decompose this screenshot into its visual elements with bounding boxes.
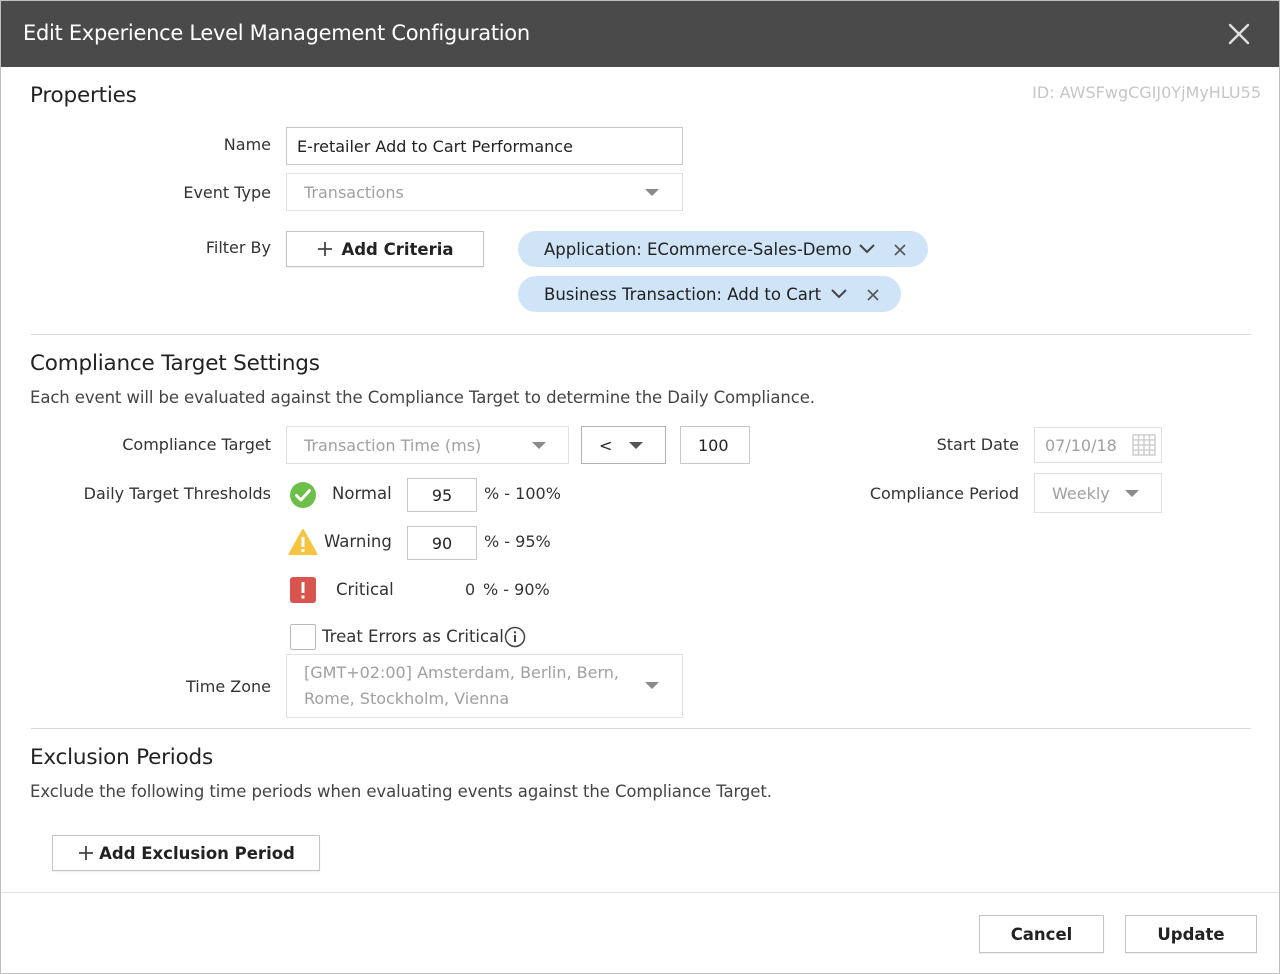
name-label: Name — [223, 135, 271, 154]
cancel-button-label: Cancel — [1010, 924, 1073, 944]
critical-threshold-value: 0 — [465, 580, 476, 599]
warning-label: Warning — [324, 532, 392, 551]
filter-chip-application[interactable]: Application: ECommerce-Sales-Demo — [518, 231, 928, 267]
compliance-period-select[interactable]: Weekly — [1034, 473, 1162, 513]
treat-errors-checkbox[interactable] — [290, 624, 316, 650]
normal-threshold-value: 95 — [431, 485, 453, 505]
warning-threshold-value: 90 — [431, 533, 453, 553]
chevron-down-icon[interactable] — [858, 243, 876, 255]
time-zone-value-line1: [GMT+02:00] Amsterdam, Berlin, Bern, — [304, 663, 620, 682]
calendar-icon[interactable] — [1132, 434, 1156, 456]
event-type-select[interactable]: Transactions — [286, 173, 683, 211]
compliance-description: Each event will be evaluated against the… — [30, 388, 815, 407]
compliance-target-label: Compliance Target — [122, 435, 271, 454]
remove-icon[interactable] — [866, 288, 880, 302]
critical-label: Critical — [336, 580, 394, 599]
chevron-down-icon[interactable] — [830, 288, 848, 300]
remove-icon[interactable] — [893, 243, 907, 257]
filter-chip-business-transaction[interactable]: Business Transaction: Add to Cart — [518, 276, 901, 312]
compliance-heading: Compliance Target Settings — [30, 351, 320, 376]
filter-chip-label: Business Transaction: Add to Cart — [544, 284, 822, 304]
add-exclusion-period-button[interactable]: Add Exclusion Period — [52, 835, 320, 871]
update-button-label: Update — [1157, 924, 1225, 944]
compliance-period-label: Compliance Period — [869, 484, 1019, 503]
add-exclusion-period-label: Add Exclusion Period — [99, 843, 295, 863]
plus-icon — [79, 846, 94, 860]
start-date-value: 07/10/18 — [1045, 435, 1117, 455]
warning-threshold-input[interactable]: 90 — [407, 526, 477, 560]
info-icon[interactable] — [504, 626, 526, 648]
dialog-titlebar: Edit Experience Level Management Configu… — [1, 1, 1279, 67]
filter-chip-label: Application: ECommerce-Sales-Demo — [544, 239, 852, 259]
filter-by-label: Filter By — [205, 238, 271, 257]
compliance-metric-value: Transaction Time (ms) — [304, 435, 482, 455]
normal-threshold-input[interactable]: 95 — [407, 478, 477, 512]
chevron-down-icon — [645, 682, 659, 689]
config-id: ID: AWSFwgCGIJ0YjMyHLU55 — [1032, 83, 1261, 102]
check-circle-icon — [290, 482, 316, 508]
critical-range: % - 90% — [483, 580, 550, 599]
chevron-down-icon — [645, 189, 659, 196]
name-input-value: E-retailer Add to Cart Performance — [297, 136, 573, 156]
operator-select[interactable]: < — [581, 426, 666, 464]
thresholds-label: Daily Target Thresholds — [83, 484, 271, 503]
close-icon[interactable] — [1227, 22, 1251, 46]
target-value-input[interactable]: 100 — [680, 426, 750, 464]
event-type-value: Transactions — [304, 182, 404, 202]
chevron-down-icon — [532, 442, 546, 449]
properties-heading: Properties — [30, 83, 137, 108]
add-criteria-label: Add Criteria — [341, 239, 454, 259]
chevron-down-icon — [629, 442, 643, 449]
normal-range: % - 100% — [484, 484, 561, 503]
add-criteria-button[interactable]: Add Criteria — [286, 231, 484, 267]
exclusion-description: Exclude the following time periods when … — [30, 782, 772, 801]
event-type-label: Event Type — [183, 183, 271, 202]
plus-icon — [318, 242, 333, 256]
normal-label: Normal — [332, 484, 392, 503]
compliance-period-value: Weekly — [1052, 483, 1110, 503]
update-button[interactable]: Update — [1125, 915, 1257, 953]
critical-icon — [290, 577, 316, 603]
footer-divider — [1, 892, 1279, 893]
cancel-button[interactable]: Cancel — [979, 915, 1104, 953]
name-input[interactable]: E-retailer Add to Cart Performance — [286, 127, 683, 165]
compliance-metric-select[interactable]: Transaction Time (ms) — [286, 426, 569, 464]
start-date-label: Start Date — [936, 435, 1019, 454]
operator-value: < — [599, 435, 613, 455]
target-value: 100 — [698, 435, 729, 455]
exclusion-heading: Exclusion Periods — [30, 745, 213, 770]
warning-range: % - 95% — [484, 532, 551, 551]
time-zone-select[interactable]: [GMT+02:00] Amsterdam, Berlin, Bern, Rom… — [286, 654, 683, 718]
warning-triangle-icon — [288, 529, 318, 555]
section-divider — [31, 728, 1251, 729]
section-divider — [31, 334, 1251, 335]
chevron-down-icon — [1125, 490, 1139, 497]
treat-errors-label: Treat Errors as Critical — [322, 627, 504, 646]
start-date-input[interactable]: 07/10/18 — [1034, 427, 1162, 463]
time-zone-value-line2: Rome, Stockholm, Vienna — [304, 689, 510, 708]
edit-elm-config-dialog: Edit Experience Level Management Configu… — [0, 0, 1280, 974]
time-zone-label: Time Zone — [186, 677, 271, 696]
dialog-title: Edit Experience Level Management Configu… — [23, 21, 530, 45]
